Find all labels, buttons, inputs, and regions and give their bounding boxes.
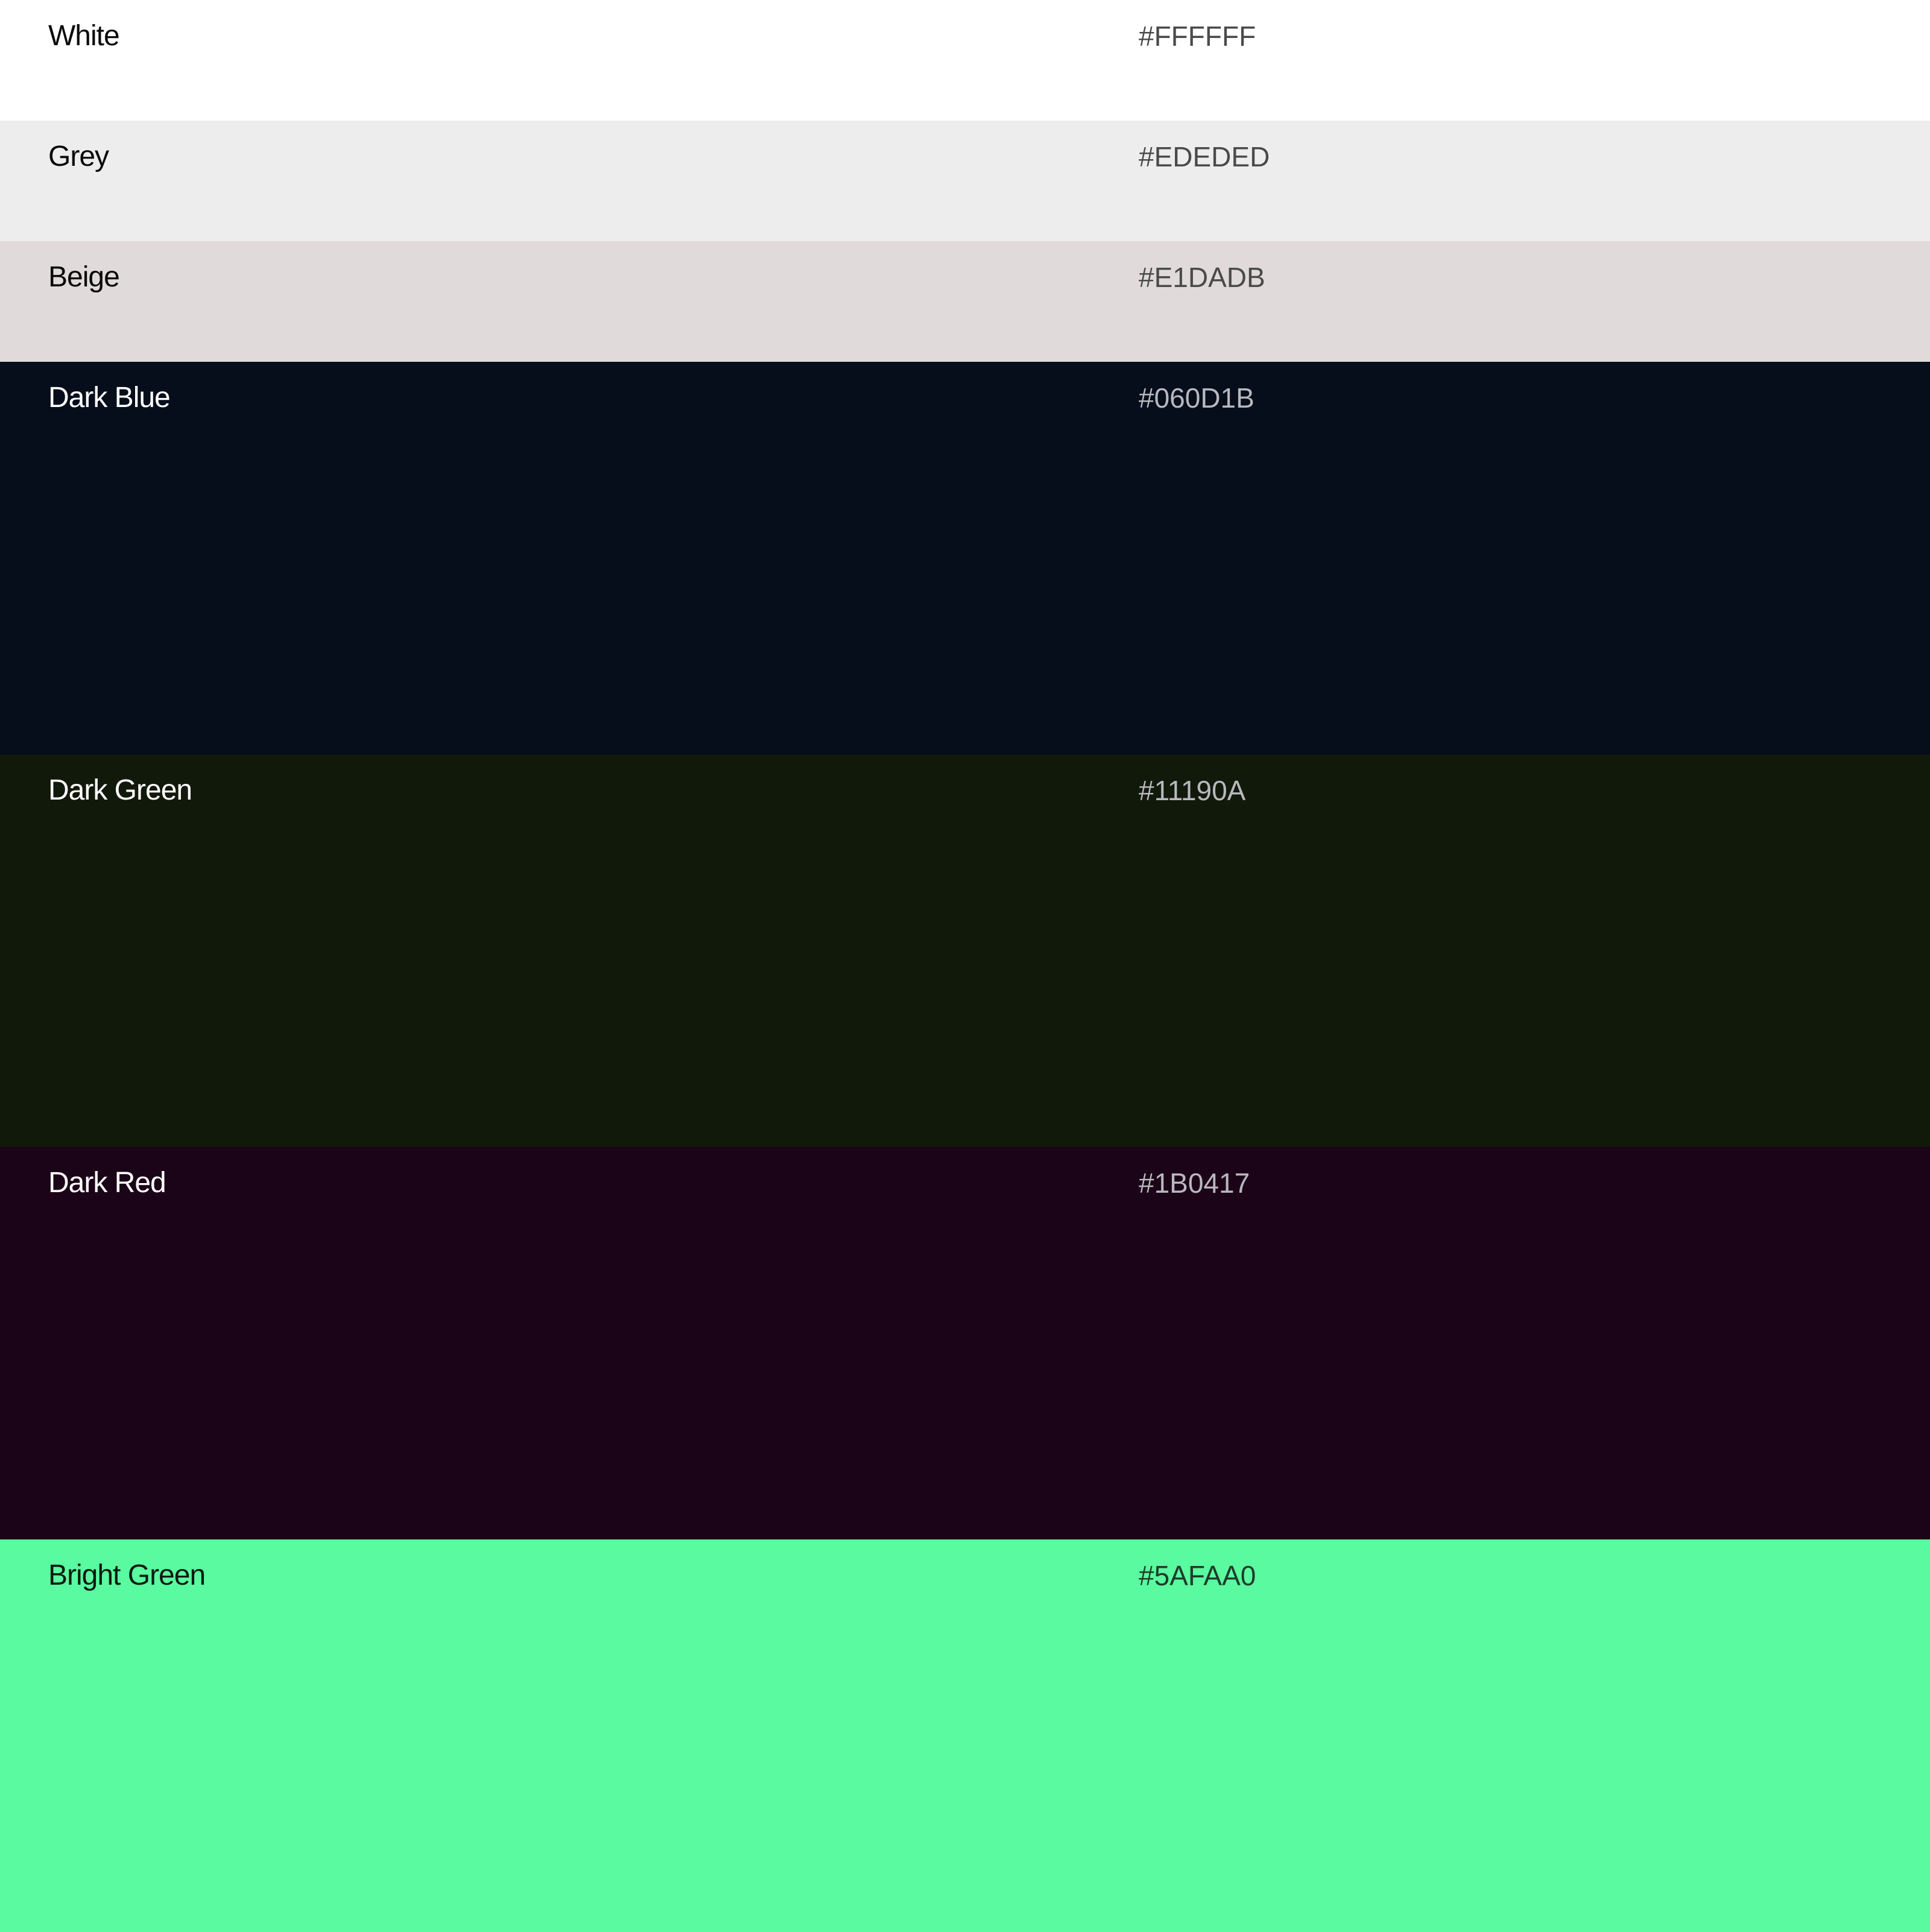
swatch-name: Beige — [48, 261, 120, 293]
swatch-name: Grey — [48, 140, 109, 172]
swatch-hex: #11190A — [1139, 775, 1246, 806]
swatch-name: Dark Green — [48, 774, 192, 806]
swatch-name: Dark Blue — [48, 382, 171, 414]
swatch-bright-green: Bright Green #5AFAA0 — [0, 1539, 1930, 1932]
swatch-hex: #FFFFFF — [1139, 21, 1256, 52]
swatch-dark-green: Dark Green #11190A — [0, 754, 1930, 1147]
swatch-hex: #EDEDED — [1139, 141, 1270, 172]
swatch-name: Dark Red — [48, 1167, 166, 1199]
swatch-name: White — [48, 20, 120, 52]
swatch-grey: Grey #EDEDED — [0, 121, 1930, 241]
swatch-hex: #1B0417 — [1139, 1167, 1250, 1199]
swatch-beige: Beige #E1DADB — [0, 241, 1930, 362]
swatch-name: Bright Green — [48, 1559, 206, 1591]
swatch-hex: #E1DADB — [1139, 262, 1265, 293]
color-palette: White #FFFFFF Grey #EDEDED Beige #E1DADB… — [0, 0, 1930, 1932]
swatch-hex: #5AFAA0 — [1139, 1560, 1256, 1591]
swatch-white: White #FFFFFF — [0, 0, 1930, 121]
swatch-dark-red: Dark Red #1B0417 — [0, 1147, 1930, 1539]
swatch-hex: #060D1B — [1139, 382, 1254, 414]
swatch-dark-blue: Dark Blue #060D1B — [0, 362, 1930, 754]
